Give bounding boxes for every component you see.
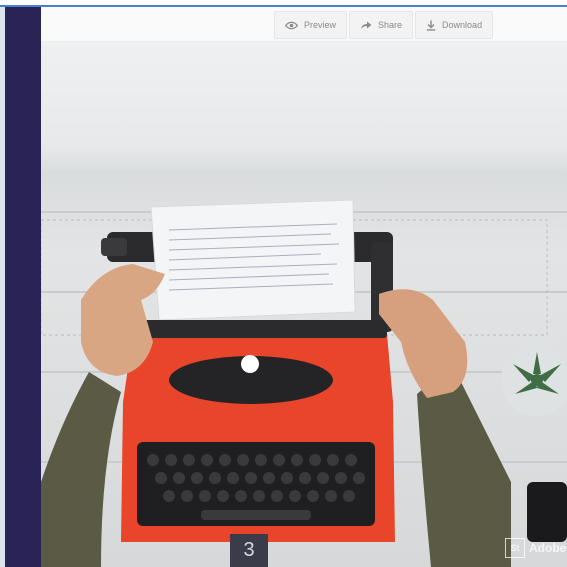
download-label: Download — [442, 20, 483, 30]
preview-button[interactable]: Preview — [274, 11, 348, 39]
watermark-text: Adobe — [529, 541, 567, 555]
share-arrow-icon — [361, 21, 372, 29]
phone — [527, 482, 567, 542]
right-sleeve — [417, 378, 511, 567]
watermark-mark: St — [505, 538, 525, 558]
left-sleeve — [41, 372, 121, 567]
page-number-badge: 3 — [230, 534, 268, 567]
preview-label: Preview — [304, 20, 337, 30]
download-button[interactable]: Download — [415, 11, 494, 39]
stock-watermark: St Adobe — [505, 538, 566, 558]
share-button[interactable]: Share — [349, 11, 414, 39]
right-hand — [379, 289, 468, 398]
sidebar — [5, 7, 41, 567]
center-dot — [241, 355, 259, 373]
eye-icon — [285, 21, 298, 29]
toolbar: Preview Share Download — [41, 7, 567, 42]
download-icon — [426, 20, 436, 31]
slide-image — [41, 42, 567, 567]
typewriter-photo — [41, 199, 567, 567]
platen-knob-left — [101, 238, 127, 256]
toolbar-button-group: Preview Share Download — [274, 11, 494, 39]
share-label: Share — [378, 20, 403, 30]
typewriter-ribbon-bar — [133, 320, 387, 338]
